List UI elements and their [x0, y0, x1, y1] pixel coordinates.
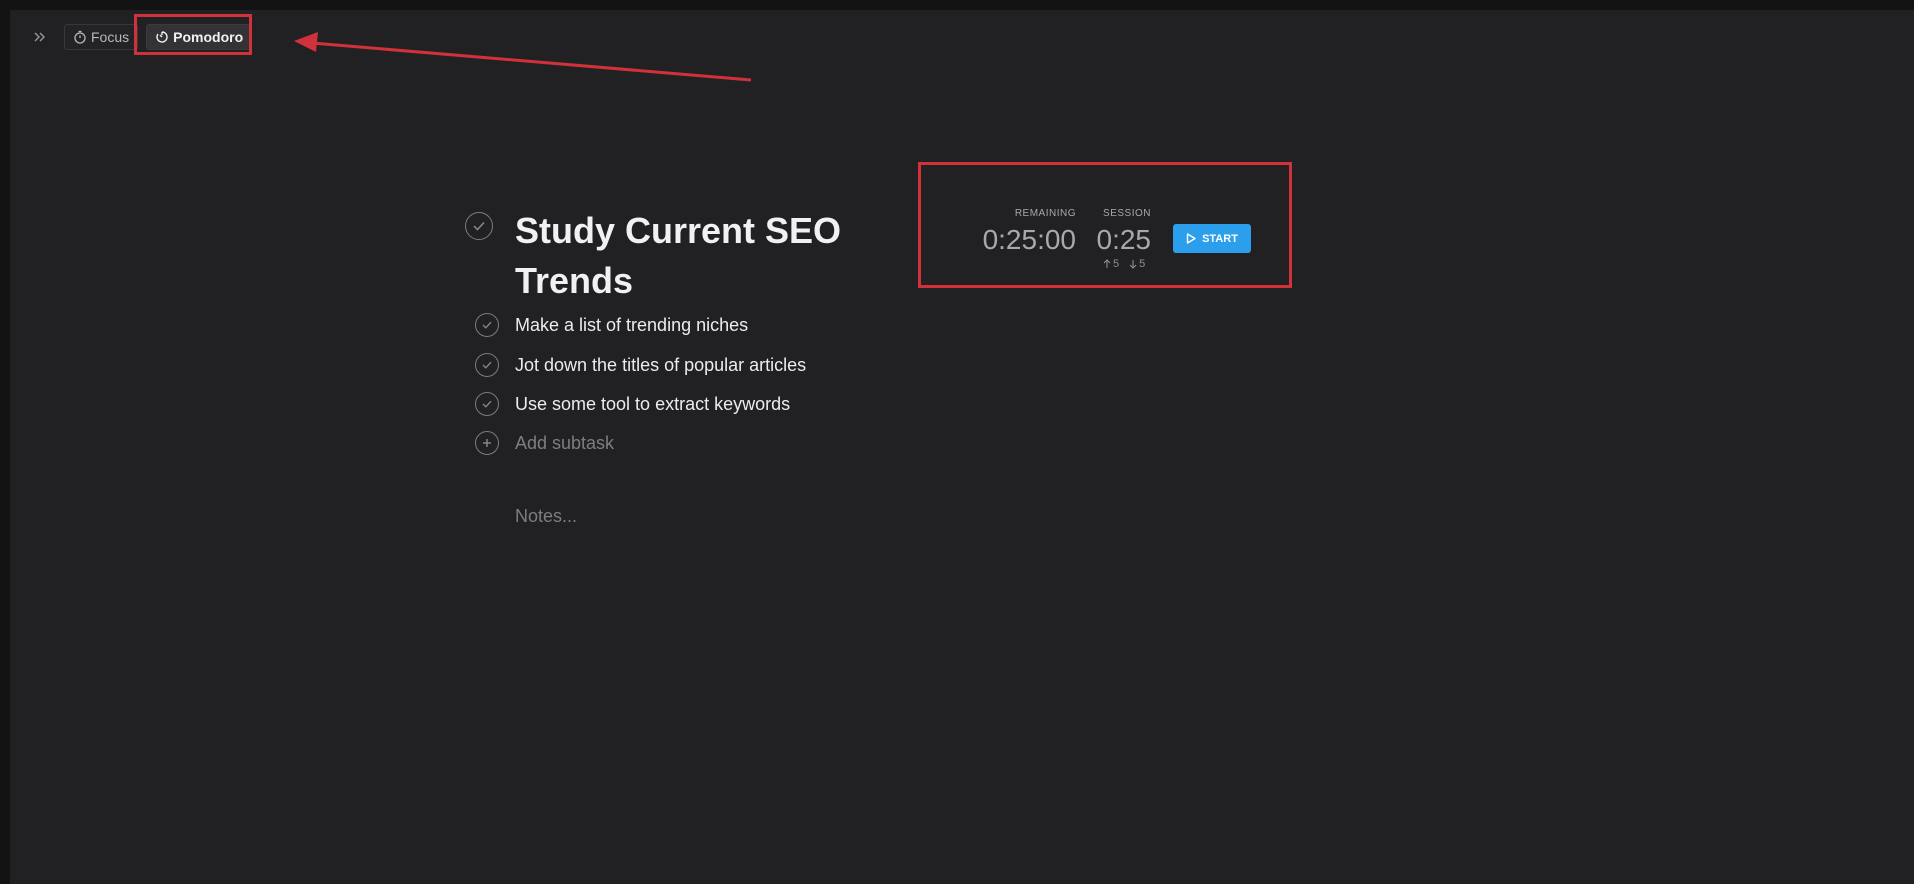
- arrow-up-icon: [1103, 259, 1111, 268]
- app-window: Focus Pomodoro Study Current SEO Trends …: [10, 10, 1914, 884]
- plus-icon: [483, 439, 491, 447]
- add-subtask-row[interactable]: Add subtask: [475, 428, 614, 458]
- check-icon: [482, 361, 492, 369]
- add-subtask-button[interactable]: [475, 431, 499, 455]
- top-toolbar: Focus Pomodoro: [28, 22, 260, 52]
- arrow-down-icon: [1129, 260, 1137, 269]
- add-subtask-label: Add subtask: [515, 432, 615, 453]
- timer-icon: [156, 31, 168, 43]
- play-icon: [1186, 233, 1196, 244]
- session-label: SESSION: [1103, 208, 1151, 219]
- pomodoro-mode-label: Pomodoro: [173, 29, 244, 45]
- increase-value: 5: [1113, 258, 1120, 270]
- decrease-value: 5: [1139, 258, 1146, 270]
- notes-input[interactable]: [515, 506, 815, 527]
- focus-mode-button[interactable]: Focus: [64, 24, 139, 50]
- remaining-label: REMAINING: [1014, 208, 1076, 219]
- subtask-item[interactable]: Jot down the titles of popular articles: [475, 350, 806, 380]
- subtask-checkbox[interactable]: [475, 392, 499, 416]
- decrease-session-button[interactable]: 5: [1129, 258, 1145, 270]
- check-icon: [473, 221, 485, 231]
- check-icon: [482, 321, 492, 329]
- pomodoro-timer-panel: REMAINING 0:25:00 SESSION 0:25 5 5 START: [928, 172, 1302, 296]
- remaining-value: 0:25:00: [982, 224, 1076, 255]
- subtask-item[interactable]: Use some tool to extract keywords: [475, 389, 790, 419]
- remaining-timer: REMAINING 0:25:00: [983, 208, 1076, 255]
- check-icon: [482, 400, 492, 408]
- session-value: 0:25: [1096, 224, 1152, 255]
- stopwatch-icon: [74, 30, 86, 44]
- subtask-checkbox[interactable]: [475, 313, 499, 337]
- subtask-label: Jot down the titles of popular articles: [515, 354, 807, 375]
- start-label: START: [1202, 232, 1238, 245]
- subtask-label: Use some tool to extract keywords: [515, 393, 791, 414]
- task-complete-checkbox[interactable]: [465, 212, 493, 240]
- increase-session-button[interactable]: 5: [1103, 258, 1119, 270]
- subtask-item[interactable]: Make a list of trending niches: [475, 310, 748, 340]
- pomodoro-mode-button[interactable]: Pomodoro: [146, 24, 253, 50]
- expand-sidebar-button[interactable]: [28, 25, 52, 49]
- focus-mode-label: Focus: [91, 29, 130, 45]
- session-adjust-controls: 5 5: [1103, 258, 1145, 270]
- task-title[interactable]: Study Current SEO Trends: [515, 206, 875, 306]
- subtask-label: Make a list of trending niches: [515, 314, 749, 335]
- subtask-checkbox[interactable]: [475, 353, 499, 377]
- start-button[interactable]: START: [1173, 224, 1251, 253]
- chevrons-right-icon: [34, 32, 45, 42]
- session-timer: SESSION 0:25: [1097, 208, 1152, 255]
